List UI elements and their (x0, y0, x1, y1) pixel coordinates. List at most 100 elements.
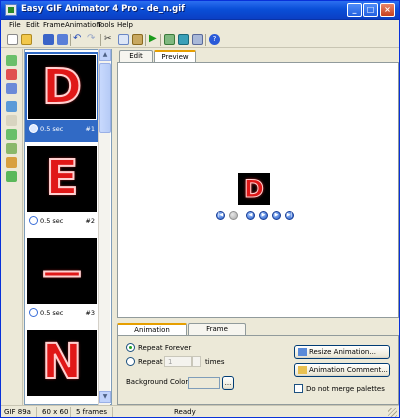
background-color-swatch[interactable] (188, 377, 220, 389)
menu-tools[interactable]: Tools (97, 21, 114, 29)
close-button[interactable]: × (380, 3, 395, 17)
stop-icon[interactable] (229, 211, 238, 220)
frame-thumbnail: D (27, 54, 97, 120)
first-frame-icon[interactable]: |◀ (216, 211, 225, 220)
merge-palettes-checkbox[interactable] (294, 384, 303, 393)
resize-frame-icon[interactable] (6, 101, 17, 112)
merge-palettes-label: Do not merge palettes (306, 385, 385, 393)
toolbar-separator (145, 34, 146, 46)
play-icon[interactable]: ▶ (149, 34, 160, 45)
frame-thumbnail: E (27, 146, 97, 212)
redo-icon[interactable]: ↷ (87, 34, 98, 45)
toolbar-separator (205, 34, 206, 46)
repeat-forever-label: Repeat Forever (138, 344, 192, 352)
preview-image: D (238, 173, 270, 205)
scroll-up-icon[interactable]: ▲ (99, 49, 111, 61)
delete-frame-icon[interactable] (6, 69, 17, 80)
next-frame-icon[interactable]: ▶ (272, 211, 281, 220)
app-icon[interactable] (5, 4, 17, 16)
frame-item[interactable]: D 0.5 sec #1 (25, 52, 99, 142)
previous-frame-icon[interactable]: ◀ (246, 211, 255, 220)
cut-icon[interactable]: ✂ (104, 34, 115, 45)
toolbar-separator (100, 34, 101, 46)
wizard-icon[interactable] (164, 34, 175, 45)
clock-icon[interactable] (29, 124, 38, 133)
repeat-count-stepper[interactable] (192, 356, 201, 367)
repeat-forever-radio[interactable] (126, 343, 135, 352)
last-frame-icon[interactable]: ▶| (285, 211, 294, 220)
paste-icon[interactable] (132, 34, 143, 45)
menu-edit[interactable]: Edit (26, 21, 40, 29)
maximize-button[interactable]: □ (363, 3, 378, 17)
frame-letter: E (45, 149, 80, 207)
move-up-icon[interactable] (6, 115, 17, 126)
undo-icon[interactable]: ↶ (73, 34, 84, 45)
frame-item[interactable]: E 0.5 sec #2 (25, 144, 99, 234)
menu-help[interactable]: Help (117, 21, 133, 29)
background-color-label: Background Color: (126, 378, 191, 386)
frame-letter: N (41, 333, 83, 391)
clock-icon[interactable] (29, 216, 38, 225)
scroll-down-icon[interactable]: ▼ (99, 391, 111, 403)
frame-number: #3 (85, 309, 95, 317)
copy-icon[interactable] (118, 34, 129, 45)
animation-properties-panel: Repeat Forever Repeat 1 times Background… (117, 335, 399, 405)
window-title: Easy GIF Animator 4 Pro - de_n.gif (21, 4, 185, 14)
scroll-thumb[interactable] (99, 63, 111, 133)
tab-edit[interactable]: Edit (119, 50, 153, 62)
property-tabs: Animation Properties Frame Properties (117, 323, 399, 345)
main-toolbar: ↶ ↷ ✂ ▶ ? (1, 32, 399, 48)
frame-thumbnail: — (27, 238, 97, 304)
frame-thumbnail: N (27, 330, 97, 396)
animation-comment-label: Animation Comment... (309, 366, 388, 374)
repeat-radio[interactable] (126, 357, 135, 366)
title-bar[interactable]: Easy GIF Animator 4 Pro - de_n.gif _ □ × (1, 1, 399, 20)
repeat-count-field[interactable]: 1 (164, 356, 192, 367)
browse-color-label: ... (224, 379, 232, 387)
effects-icon[interactable] (6, 171, 17, 182)
status-frames: 5 frames (73, 407, 113, 417)
optimize-icon[interactable] (178, 34, 189, 45)
move-down-icon[interactable] (6, 129, 17, 140)
save-as-icon[interactable] (57, 34, 68, 45)
status-format: GIF 89a (1, 407, 37, 417)
resize-icon (298, 348, 307, 356)
duplicate-frame-icon[interactable] (6, 83, 17, 94)
resize-animation-button[interactable]: Resize Animation... (294, 345, 390, 359)
insert-frame-icon[interactable] (6, 55, 17, 66)
image-icon[interactable] (6, 143, 17, 154)
tab-frame-properties[interactable]: Frame Properties (188, 323, 246, 344)
app-window: Easy GIF Animator 4 Pro - de_n.gif _ □ ×… (0, 0, 400, 418)
zoom-icon[interactable] (6, 157, 17, 168)
resize-animation-label: Resize Animation... (309, 348, 377, 356)
open-icon[interactable] (21, 34, 32, 45)
repeat-count-value: 1 (168, 358, 173, 366)
play-icon[interactable]: ▶ (259, 211, 268, 220)
frame-item[interactable]: — 0.5 sec #3 (25, 236, 99, 326)
frame-list-scrollbar[interactable]: ▲ ▼ (98, 49, 111, 405)
resize-grip-icon[interactable] (388, 408, 397, 417)
status-bar: GIF 89a 60 x 60 5 frames Ready (1, 405, 399, 417)
menu-frame[interactable]: Frame (43, 21, 65, 29)
toolbar-separator (70, 34, 71, 46)
status-size: 60 x 60 (39, 407, 71, 417)
help-icon[interactable]: ? (209, 34, 220, 45)
menu-file[interactable]: File (9, 21, 21, 29)
frame-delay: 0.5 sec (40, 217, 64, 225)
menu-bar: File Edit Frame Animation Tools Help (1, 20, 399, 32)
save-icon[interactable] (43, 34, 54, 45)
browse-color-button[interactable]: ... (222, 376, 234, 390)
status-text: Ready (174, 408, 196, 416)
animation-comment-button[interactable]: Animation Comment... (294, 363, 390, 377)
toolbar-separator (160, 34, 161, 46)
new-icon[interactable] (7, 34, 18, 45)
frame-number: #2 (85, 217, 95, 225)
menu-animation[interactable]: Animation (65, 21, 101, 29)
minimize-button[interactable]: _ (347, 3, 362, 17)
frame-item[interactable]: N (25, 328, 99, 404)
frame-letter: — (41, 248, 83, 296)
clock-icon[interactable] (29, 308, 38, 317)
frame-letter: D (41, 58, 83, 116)
export-icon[interactable] (192, 34, 203, 45)
editor-tabs: Edit Preview (117, 50, 399, 63)
